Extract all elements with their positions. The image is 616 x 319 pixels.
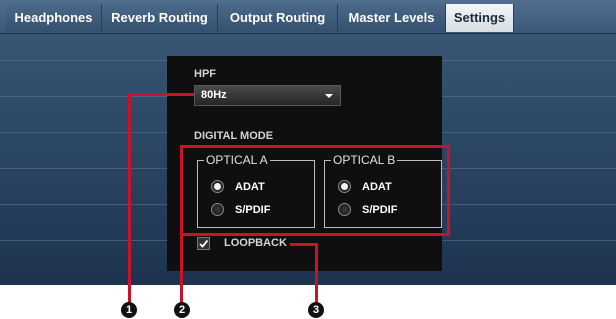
loopback-checkbox[interactable] (197, 237, 210, 250)
callout-1-badge: 1 (121, 302, 137, 318)
tab-settings[interactable]: Settings (446, 4, 514, 32)
optical-b-spdif-label: S/PDIF (362, 204, 398, 216)
radio-selected-icon (211, 180, 224, 193)
hpf-value: 80Hz (201, 89, 227, 101)
tab-headphones[interactable]: Headphones (6, 4, 102, 32)
optical-b-title: OPTICAL B (331, 152, 398, 168)
hpf-dropdown[interactable]: 80Hz (194, 85, 341, 106)
callout-1-line (128, 93, 131, 305)
callout-3-badge: 3 (308, 302, 324, 318)
optical-b-adat-label: ADAT (362, 181, 392, 193)
tab-reverb-routing[interactable]: Reverb Routing (102, 4, 218, 32)
optical-a-title: OPTICAL A (204, 152, 270, 168)
radio-unselected-icon (211, 203, 224, 216)
checkmark-icon (199, 239, 209, 248)
radio-selected-icon (338, 180, 351, 193)
hpf-label: HPF (194, 68, 216, 80)
callout-2-box (180, 145, 183, 305)
loopback-label: LOOPBACK (224, 237, 287, 249)
callout-2-badge: 2 (174, 302, 190, 318)
tab-output-routing[interactable]: Output Routing (218, 4, 338, 32)
chevron-down-icon (325, 94, 333, 98)
tab-bar: Headphones Reverb Routing Output Routing… (0, 0, 616, 34)
callout-2-box (447, 145, 450, 236)
radio-unselected-icon (338, 203, 351, 216)
optical-b-group: OPTICAL B ADAT S/PDIF (324, 152, 442, 228)
optical-a-adat-label: ADAT (235, 181, 265, 193)
tab-master-levels[interactable]: Master Levels (338, 4, 446, 32)
callout-2-box (180, 145, 450, 148)
callout-1-line (128, 93, 194, 96)
digital-mode-label: DIGITAL MODE (194, 130, 274, 142)
optical-a-spdif-label: S/PDIF (235, 204, 271, 216)
callout-2-box (180, 233, 450, 236)
callout-3-line (315, 243, 318, 305)
optical-a-group: OPTICAL A ADAT S/PDIF (197, 152, 315, 228)
callout-3-line (290, 243, 318, 246)
